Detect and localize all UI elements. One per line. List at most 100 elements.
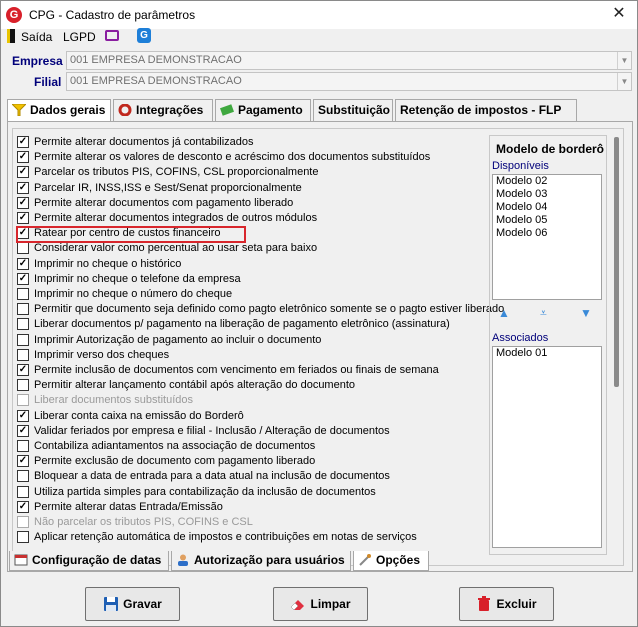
menu-bar: Saída LGPD G xyxy=(1,26,637,46)
limpar-label: Limpar xyxy=(310,597,351,611)
option-label: Permite alterar os valores de desconto e… xyxy=(34,151,431,164)
menu-lgpd[interactable]: LGPD xyxy=(63,29,96,45)
empresa-label: Empresa xyxy=(12,54,63,68)
scroll-thumb[interactable] xyxy=(614,137,619,387)
option-label: Permitir que documento seja definido com… xyxy=(34,303,505,316)
checkbox[interactable] xyxy=(17,516,29,528)
list-item[interactable]: Modelo 06 xyxy=(493,227,601,240)
checkbox[interactable] xyxy=(17,303,29,316)
checkbox[interactable] xyxy=(17,288,29,300)
checkbox[interactable] xyxy=(17,485,29,498)
tab-retencao[interactable]: Retenção de impostos - FLP xyxy=(395,99,577,121)
tab-opcoes[interactable]: Opções xyxy=(353,551,429,571)
option-label: Permite exclusão de documento com pagame… xyxy=(34,455,316,468)
double-arrow-down-icon[interactable]: ⩡ xyxy=(540,306,547,321)
exit-door-icon[interactable] xyxy=(7,29,15,43)
checkbox[interactable]: ✓ xyxy=(17,151,29,164)
option-label: Bloquear a data de entrada para a data a… xyxy=(34,470,390,483)
disponiveis-label: Disponíveis xyxy=(492,160,549,172)
tab-label: Pagamento xyxy=(238,103,303,117)
option-label: Validar feriados por empresa e filial - … xyxy=(34,424,390,437)
option-label: Permite alterar documentos integrados de… xyxy=(34,212,318,224)
checkbox[interactable]: ✓ xyxy=(17,272,29,285)
empresa-combo[interactable]: 001 EMPRESA DEMONSTRACAO ▼ xyxy=(66,51,632,70)
gravar-label: Gravar xyxy=(123,597,162,611)
tab-label: Opções xyxy=(376,553,421,567)
tab-integracoes[interactable]: Integrações xyxy=(113,99,213,121)
tab-substituicao[interactable]: Substituição xyxy=(313,99,393,121)
checkbox[interactable]: ✓ xyxy=(17,455,29,468)
list-item[interactable]: Modelo 02 xyxy=(493,175,601,188)
checkbox[interactable]: ✓ xyxy=(17,257,29,270)
arrow-up-icon[interactable]: ▲ xyxy=(498,306,510,320)
tab-label: Integrações xyxy=(136,103,204,117)
app-window: G CPG - Cadastro de parâmetros ✕ Saída L… xyxy=(0,0,638,627)
associados-list[interactable]: Modelo 01 xyxy=(492,346,602,548)
option-label: Imprimir no cheque o histórico xyxy=(34,257,182,270)
checkbox[interactable] xyxy=(17,470,29,483)
menu-saida[interactable]: Saída xyxy=(21,29,52,45)
excluir-label: Excluir xyxy=(496,597,537,611)
option-label: Permitir alterar lançamento contábil apó… xyxy=(34,379,356,392)
option-label: Liberar documentos p/ pagamento na liber… xyxy=(34,318,450,331)
close-button[interactable]: ✕ xyxy=(609,4,629,24)
option-label: Permite alterar documentos com pagamento… xyxy=(34,196,294,209)
checkbox[interactable]: ✓ xyxy=(17,196,29,209)
gravar-button[interactable]: Gravar xyxy=(85,587,180,621)
tab-label: Autorização para usuários xyxy=(194,553,345,567)
user-icon xyxy=(178,554,188,566)
checkbox[interactable] xyxy=(17,379,29,392)
excluir-button[interactable]: Excluir xyxy=(459,587,554,621)
checkbox[interactable] xyxy=(17,242,29,255)
tab-autorizacao-usuarios[interactable]: Autorização para usuários xyxy=(171,551,351,571)
tab-label: Configuração de datas xyxy=(32,553,162,567)
checkbox[interactable]: ✓ xyxy=(17,136,29,148)
disponiveis-list[interactable]: Modelo 02 Modelo 03 Modelo 04 Modelo 05 Mode… xyxy=(492,174,602,300)
tab-label: Dados gerais xyxy=(30,103,106,117)
list-item[interactable]: Modelo 03 xyxy=(493,188,601,201)
options-area: ✓ Permite alterar documentos já contabili… xyxy=(12,128,624,566)
trash-icon xyxy=(478,596,491,611)
eraser-icon xyxy=(291,600,305,611)
checkbox[interactable]: ✓ xyxy=(17,212,29,224)
checkbox[interactable] xyxy=(17,333,29,346)
app-logo-icon: G xyxy=(6,7,22,23)
vertical-scrollbar[interactable] xyxy=(611,129,623,565)
option-label: Contabiliza adiantamentos na associação … xyxy=(34,440,316,452)
option-label: Imprimir no cheque o número do cheque xyxy=(34,288,233,300)
modelo-title: Modelo de borderô xyxy=(496,142,604,156)
list-item[interactable]: Modelo 01 xyxy=(493,347,601,360)
checkbox[interactable]: ✓ xyxy=(17,424,29,437)
option-label: Considerar valor como percentual ao usar… xyxy=(34,242,318,255)
tab-pagamento[interactable]: Pagamento xyxy=(215,99,311,121)
tab-panel: ✓ Permite alterar documentos já contabili… xyxy=(7,121,633,572)
list-item[interactable]: Modelo 04 xyxy=(493,201,601,214)
checkbox[interactable] xyxy=(17,348,29,361)
checkbox[interactable]: ✓ xyxy=(17,181,29,194)
tab-dados-gerais[interactable]: Dados gerais xyxy=(7,99,111,122)
checkbox[interactable]: ✓ xyxy=(17,364,29,376)
option-label: Permite alterar datas Entrada/Emissão xyxy=(34,500,223,513)
checkbox[interactable] xyxy=(17,440,29,452)
checkbox[interactable] xyxy=(17,531,29,544)
checkbox[interactable]: ✓ xyxy=(17,409,29,422)
list-item[interactable]: Modelo 05 xyxy=(493,214,601,227)
checkbox[interactable]: ✓ xyxy=(17,166,29,179)
chevron-down-icon[interactable]: ▼ xyxy=(617,73,631,90)
checkbox[interactable] xyxy=(17,318,29,331)
chevron-down-icon[interactable]: ▼ xyxy=(617,52,631,69)
monitor-icon[interactable] xyxy=(105,30,119,41)
arrow-down-icon[interactable]: ▼ xyxy=(580,306,592,320)
limpar-button[interactable]: Limpar xyxy=(273,587,368,621)
app-g-icon[interactable]: G xyxy=(137,28,151,43)
option-label: Imprimir no cheque o telefone da empresa xyxy=(34,272,241,285)
option-label: Parcelar IR, INSS,ISS e Sest/Senat propo… xyxy=(34,181,302,194)
option-label: Aplicar retenção automática de impostos … xyxy=(34,531,417,544)
checkbox[interactable]: ✓ xyxy=(17,500,29,513)
calendar-icon xyxy=(14,554,28,566)
title-bar: G CPG - Cadastro de parâmetros ✕ xyxy=(1,1,637,29)
filial-combo[interactable]: 001 EMPRESA DEMONSTRACAO ▼ xyxy=(66,72,632,91)
tab-configuracao-datas[interactable]: Configuração de datas xyxy=(9,551,169,571)
checkbox[interactable] xyxy=(17,394,29,407)
option-label: Imprimir Autorização de pagamento ao inc… xyxy=(34,333,322,346)
